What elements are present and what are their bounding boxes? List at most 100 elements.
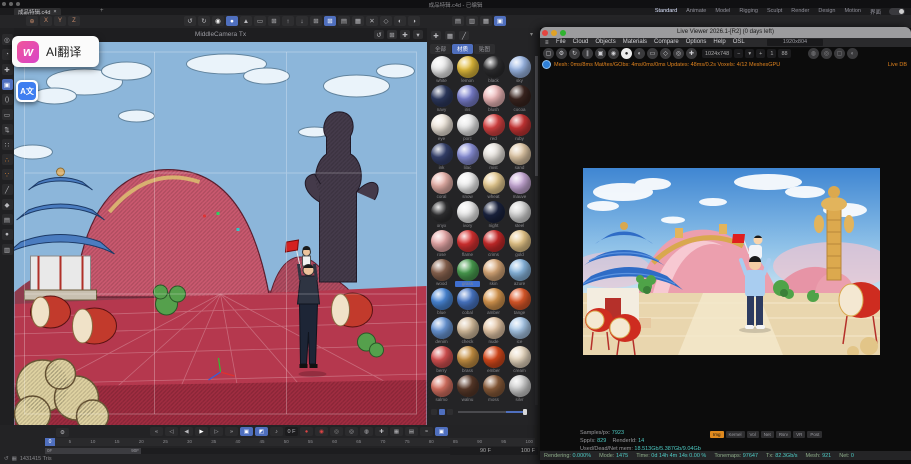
- lv-tool-icon[interactable]: ▢: [834, 48, 845, 59]
- toolbar-icon[interactable]: ◐: [394, 16, 406, 26]
- tool-icon[interactable]: ▥: [2, 244, 13, 255]
- range-max-field[interactable]: 100 F: [492, 447, 538, 455]
- toolbar-icon[interactable]: ▭: [254, 16, 266, 26]
- material-item[interactable]: gold: [507, 230, 532, 258]
- lv-pass-tab[interactable]: Kernel: [726, 431, 745, 438]
- toolbar-icon[interactable]: ↑: [282, 16, 294, 26]
- lv-toolbar-field[interactable]: −: [734, 49, 743, 58]
- material-item[interactable]: azure: [507, 259, 532, 287]
- toolbar-icon[interactable]: ▲: [240, 16, 252, 26]
- tool-icon[interactable]: ◔: [2, 49, 13, 60]
- material-item[interactable]: white: [429, 56, 454, 84]
- lv-pass-tab[interactable]: Vol: [747, 431, 759, 438]
- material-item[interactable]: mauve: [507, 172, 532, 200]
- lv-tool-icon[interactable]: ◎: [673, 48, 684, 59]
- axis-lock-button[interactable]: ⊕: [26, 16, 38, 26]
- lv-menu-item[interactable]: Help: [713, 39, 725, 45]
- toolbar-icon[interactable]: ▦: [352, 16, 364, 26]
- close-tab-icon[interactable]: ×: [53, 9, 56, 15]
- toolbar-icon[interactable]: ▥: [466, 16, 478, 26]
- tool-icon[interactable]: (): [2, 94, 13, 105]
- lv-tool-icon[interactable]: ▭: [647, 48, 658, 59]
- material-item[interactable]: ember: [481, 346, 506, 374]
- transport-button[interactable]: «: [150, 427, 163, 436]
- axis-lock-button[interactable]: Y: [54, 16, 66, 26]
- material-item[interactable]: coral: [429, 172, 454, 200]
- material-item[interactable]: ivory: [455, 201, 480, 229]
- lv-pass-tab[interactable]: Post: [807, 431, 822, 438]
- material-item[interactable]: salmo: [429, 375, 454, 403]
- toolbar-icon[interactable]: ⊞: [268, 16, 280, 26]
- axis-lock-button[interactable]: Z: [68, 16, 80, 26]
- material-item[interactable]: onyx: [429, 201, 454, 229]
- transport-button[interactable]: 0 F: [285, 427, 298, 436]
- toolbar-icon[interactable]: ↓: [296, 16, 308, 26]
- toolbar-icon[interactable]: ▤: [452, 16, 464, 26]
- grid-icon[interactable]: ▦: [12, 456, 17, 462]
- lv-pass-tab[interactable]: VR: [793, 431, 805, 438]
- viewport-menu-icon[interactable]: ⊞: [387, 30, 397, 39]
- translate-float-button[interactable]: A文: [16, 80, 38, 102]
- lv-toolbar-field[interactable]: 1024x748: [702, 49, 732, 58]
- transport-button[interactable]: ▣: [435, 427, 448, 436]
- tool-icon[interactable]: ▤: [2, 214, 13, 225]
- lv-tool-icon[interactable]: ◐: [634, 48, 645, 59]
- toolbar-icon[interactable]: ◇: [380, 16, 392, 26]
- material-item[interactable]: grass: [455, 259, 480, 287]
- material-item[interactable]: snow: [455, 172, 480, 200]
- material-item[interactable]: lilac: [455, 143, 480, 171]
- material-tool-icon[interactable]: ▦: [445, 31, 455, 40]
- material-tab[interactable]: 全部: [430, 44, 451, 54]
- transport-button[interactable]: ◩: [255, 427, 268, 436]
- lv-tool-icon[interactable]: ▣: [595, 48, 606, 59]
- layout-toggle[interactable]: [889, 8, 905, 15]
- lv-tool-icon[interactable]: ◍: [808, 48, 819, 59]
- transport-button[interactable]: »: [225, 427, 238, 436]
- refresh-icon[interactable]: ↺: [4, 456, 9, 462]
- axis-lock-button[interactable]: X: [40, 16, 52, 26]
- lv-menu-item[interactable]: File: [556, 39, 566, 45]
- material-item[interactable]: wheat: [481, 172, 506, 200]
- toolbar-icon[interactable]: ⊞: [310, 16, 322, 26]
- material-item[interactable]: denim: [429, 317, 454, 345]
- lv-menu-item[interactable]: Options: [686, 39, 707, 45]
- lv-menu-item[interactable]: Compare: [654, 39, 679, 45]
- material-item[interactable]: check: [455, 317, 480, 345]
- material-item[interactable]: flame: [455, 230, 480, 258]
- lv-tool-icon[interactable]: ◇: [660, 48, 671, 59]
- lv-tool-icon[interactable]: ∥: [582, 48, 593, 59]
- tool-icon[interactable]: ●: [2, 229, 13, 240]
- toolbar-icon[interactable]: ⊞: [324, 16, 336, 26]
- transport-button[interactable]: ▣: [240, 427, 253, 436]
- tool-icon[interactable]: ▣: [2, 79, 13, 90]
- toolbar-icon[interactable]: ◑: [408, 16, 420, 26]
- render-result-image[interactable]: [583, 168, 880, 355]
- hamburger-icon[interactable]: ≡: [545, 40, 549, 46]
- tool-icon[interactable]: ╱: [2, 184, 13, 195]
- transport-button[interactable]: ◀: [180, 427, 193, 436]
- lv-tool-icon[interactable]: ●: [621, 48, 632, 59]
- toolbar-icon[interactable]: ◉: [212, 16, 224, 26]
- lv-camera-resolution-field[interactable]: 1920x804: [767, 39, 823, 46]
- lv-tool-icon[interactable]: ↻: [569, 48, 580, 59]
- tool-icon[interactable]: ∴: [2, 154, 13, 165]
- lv-tool-icon[interactable]: ◐: [847, 48, 858, 59]
- toolbar-icon[interactable]: ▣: [494, 16, 506, 26]
- tool-icon[interactable]: ∵: [2, 169, 13, 180]
- material-item[interactable]: rose: [429, 230, 454, 258]
- transport-button[interactable]: ◍: [360, 427, 373, 436]
- material-view-buttons[interactable]: [431, 409, 453, 415]
- material-item[interactable]: cream: [507, 346, 532, 374]
- material-item[interactable]: lemon: [455, 56, 480, 84]
- lv-toolbar-field[interactable]: +: [756, 49, 765, 58]
- transport-button[interactable]: ◉: [315, 427, 328, 436]
- toolbar-icon[interactable]: ●: [226, 16, 238, 26]
- new-tab-button[interactable]: +: [100, 8, 104, 14]
- material-item[interactable]: brass: [455, 346, 480, 374]
- material-item[interactable]: ruby: [507, 114, 532, 142]
- toolbar-icon[interactable]: ↺: [184, 16, 196, 26]
- lv-tool-icon[interactable]: ▢: [543, 48, 554, 59]
- lv-menu-item[interactable]: OSL: [733, 39, 745, 45]
- timeline-ruler[interactable]: 0510152025303540455055606570758085909510…: [45, 438, 535, 446]
- timeline-range-segment[interactable]: 0F 90F: [45, 448, 141, 454]
